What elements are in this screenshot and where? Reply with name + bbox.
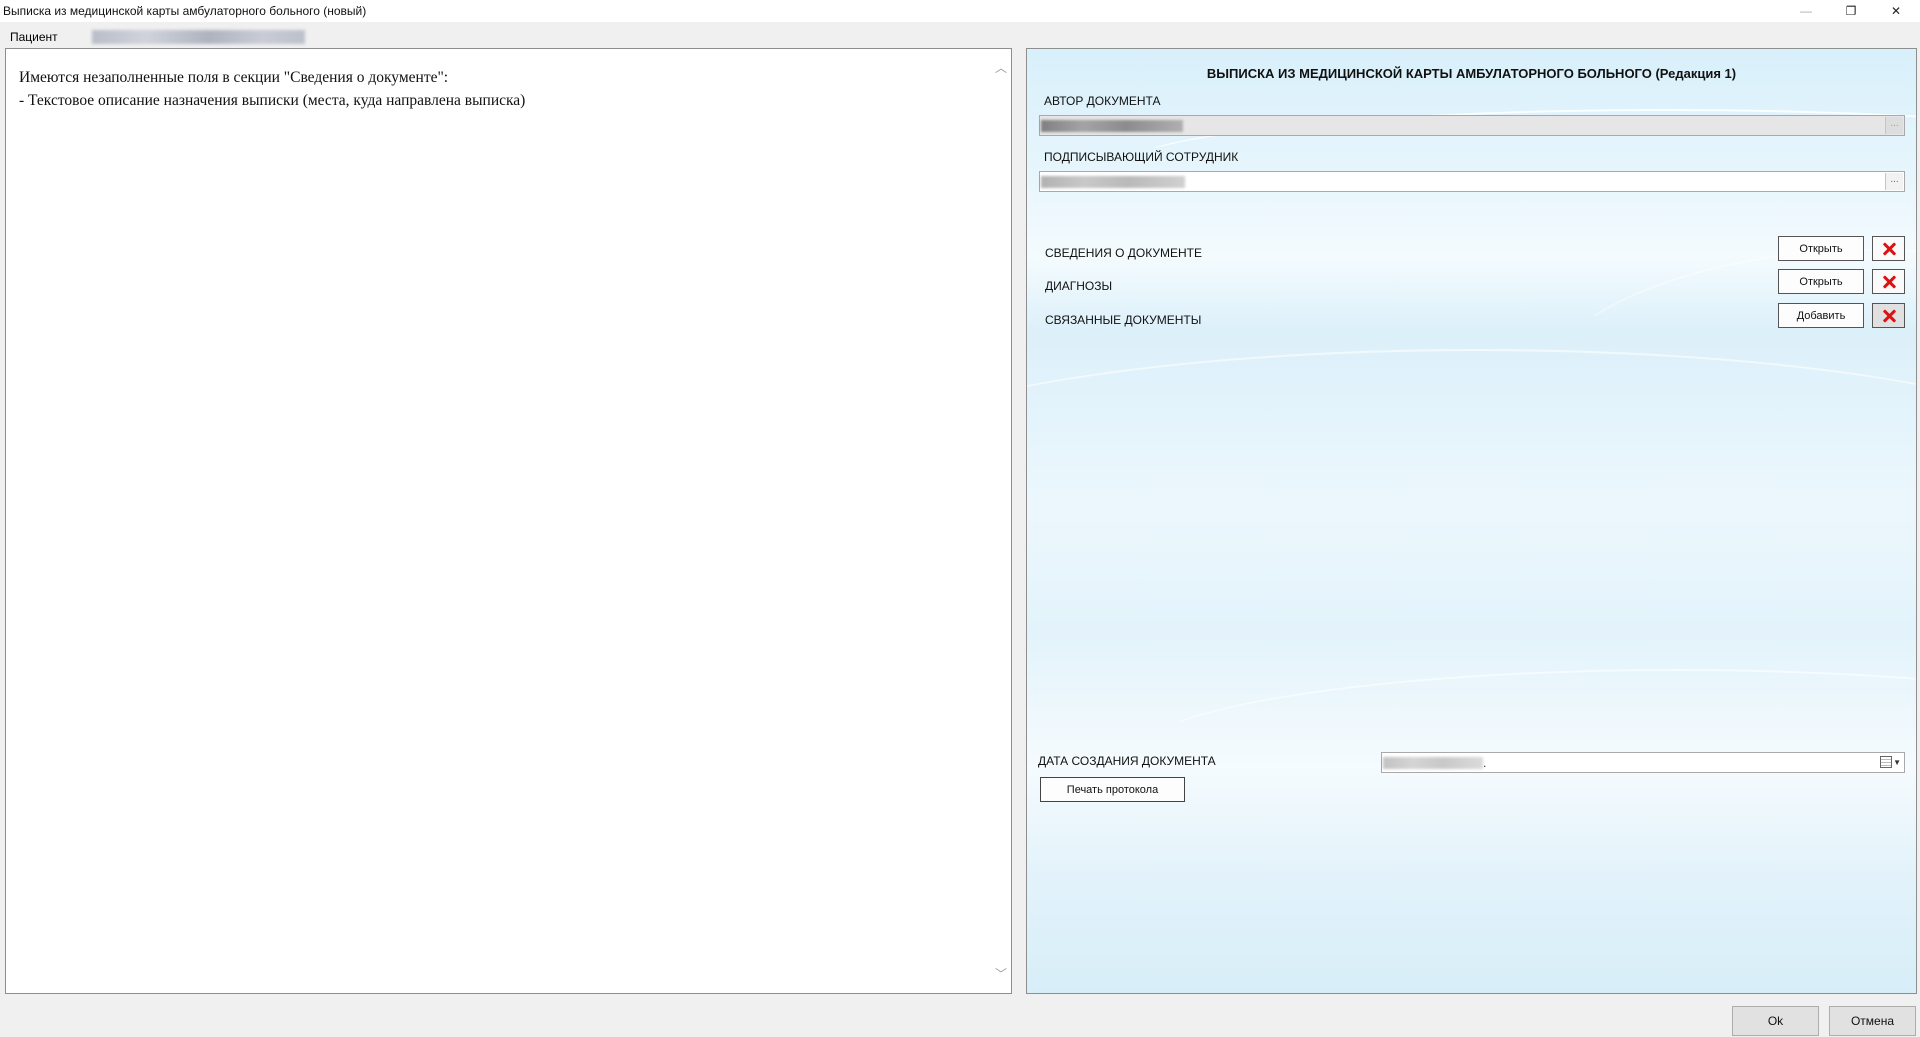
title-bar: Выписка из медицинской карты амбулаторно… [0, 0, 1920, 22]
signer-field[interactable]: ... [1039, 171, 1905, 192]
scroll-down-icon[interactable]: ﹀ [994, 967, 1008, 981]
validation-messages-panel[interactable]: Имеются незаполненные поля в секции "Све… [5, 48, 1012, 994]
calendar-glyph [1880, 756, 1893, 768]
maximize-button[interactable]: ❐ [1828, 0, 1874, 22]
author-field: ... [1039, 115, 1905, 136]
open-document-info-button[interactable]: Открыть [1778, 236, 1864, 261]
validation-message-line: - Текстовое описание назначения выписки … [19, 92, 526, 109]
author-value-redacted [1041, 120, 1183, 132]
dialog-footer: Ok Отмена [0, 1000, 1920, 1037]
cancel-button[interactable]: Отмена [1829, 1006, 1916, 1036]
print-protocol-button[interactable]: Печать протокола [1040, 777, 1185, 802]
section-label: ДИАГНОЗЫ [1045, 279, 1113, 293]
delete-document-info-button[interactable] [1872, 236, 1905, 261]
calendar-icon[interactable]: ▼ [1880, 756, 1901, 768]
delete-icon [1882, 242, 1896, 256]
close-button[interactable]: ✕ [1873, 0, 1919, 22]
chevron-down-icon: ▼ [1893, 757, 1901, 767]
author-label: АВТОР ДОКУМЕНТА [1044, 94, 1161, 108]
section-row-document-info: СВЕДЕНИЯ О ДОКУМЕНТЕ Открыть [1027, 235, 1916, 263]
document-form-panel: ВЫПИСКА ИЗ МЕДИЦИНСКОЙ КАРТЫ АМБУЛАТОРНО… [1026, 48, 1917, 994]
validation-message-line: Имеются незаполненные поля в секции "Све… [19, 69, 449, 86]
author-select-button: ... [1885, 117, 1903, 134]
ok-button[interactable]: Ok [1732, 1006, 1819, 1036]
section-label: СВЯЗАННЫЕ ДОКУМЕНТЫ [1045, 313, 1202, 327]
signer-value-redacted [1041, 176, 1185, 188]
delete-diagnoses-button[interactable] [1872, 269, 1905, 294]
document-title: ВЫПИСКА ИЗ МЕДИЦИНСКОЙ КАРТЫ АМБУЛАТОРНО… [1206, 66, 1737, 81]
creation-date-label: ДАТА СОЗДАНИЯ ДОКУМЕНТА [1038, 754, 1216, 768]
add-related-document-button[interactable]: Добавить [1778, 303, 1864, 328]
minimize-button[interactable]: — [1783, 0, 1829, 22]
patient-label: Пациент [10, 30, 58, 44]
creation-date-field[interactable]: . ▼ [1381, 752, 1905, 773]
scroll-up-icon[interactable]: ︿ [994, 61, 1008, 75]
creation-date-value-redacted [1383, 757, 1483, 769]
creation-date-suffix: . [1483, 756, 1487, 770]
signer-select-button[interactable]: ... [1885, 173, 1903, 190]
delete-related-documents-button[interactable] [1872, 303, 1905, 328]
signer-label: ПОДПИСЫВАЮЩИЙ СОТРУДНИК [1044, 150, 1239, 164]
open-diagnoses-button[interactable]: Открыть [1778, 269, 1864, 294]
section-row-related-documents: СВЯЗАННЫЕ ДОКУМЕНТЫ Добавить [1027, 302, 1916, 330]
patient-name-redacted [92, 30, 305, 44]
window-title: Выписка из медицинской карты амбулаторно… [3, 4, 367, 18]
delete-icon [1882, 309, 1896, 323]
section-label: СВЕДЕНИЯ О ДОКУМЕНТЕ [1045, 246, 1202, 260]
section-row-diagnoses: ДИАГНОЗЫ Открыть [1027, 268, 1916, 296]
patient-bar: Пациент [0, 22, 1920, 48]
delete-icon [1882, 275, 1896, 289]
